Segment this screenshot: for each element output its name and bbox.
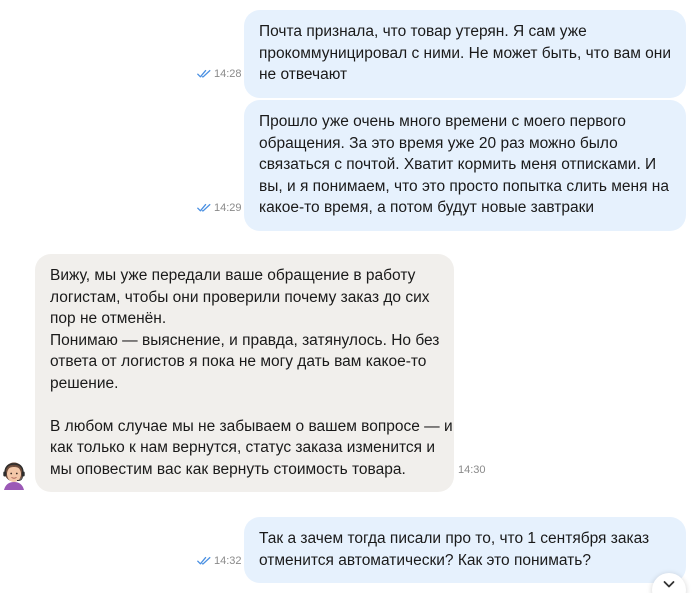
message-text-line: отменится автоматически? Как это понимат…	[259, 551, 591, 569]
double-check-icon	[197, 556, 211, 565]
message-text-line: пор не отменён.	[50, 310, 167, 327]
chat-thread: Почта признала, что товар утерян. Я сам …	[0, 0, 700, 593]
message-time: 14:28	[214, 68, 242, 80]
message-time: 14:29	[214, 202, 242, 214]
message-text-line: какое-то время, а потом будут новые завт…	[259, 199, 595, 216]
message-text-line: мы оповестим вас как вернуть стоимость т…	[50, 460, 406, 478]
message-text-line: не отвечают	[259, 66, 348, 83]
message-text-line: Понимаю — выяснение, и правда, затянулос…	[50, 331, 440, 349]
outgoing-message[interactable]: Так а зачем тогда писали про то, что 1 с…	[244, 517, 686, 583]
message-text-line: ответа от логистов я пока не могу дать в…	[50, 353, 427, 370]
message-time: 14:30	[458, 464, 486, 476]
message-text-line: логистам, чтобы они проверили почему зак…	[50, 288, 430, 306]
message-text-line: как только к нам вернутся, статус заказа…	[50, 439, 436, 456]
message-text-line: обращения. За это время уже 20 раз можно…	[259, 134, 618, 152]
message-text-line: Вижу, мы уже передали ваше обращение в р…	[50, 267, 416, 284]
message-text-line: решение.	[50, 374, 119, 392]
outgoing-message[interactable]: Почта признала, что товар утерян. Я сам …	[244, 10, 686, 98]
message-text-line: вы, и я понимаем, что это просто попытка…	[259, 177, 669, 195]
message-meta: 14:30	[458, 464, 486, 476]
message-text-line: прокоммуницировал с ними. Не может быть,…	[259, 44, 671, 62]
message-meta: 14:29	[197, 202, 242, 214]
message-text-line: В любом случае мы не забываем о вашем во…	[50, 417, 453, 435]
message-meta: 14:28	[197, 68, 242, 80]
message-text-line: Прошло уже очень много времени с моего п…	[259, 113, 626, 130]
outgoing-message[interactable]: Прошло уже очень много времени с моего п…	[244, 100, 686, 231]
message-text-line: Так а зачем тогда писали про то, что 1 с…	[259, 530, 650, 547]
message-time: 14:32	[214, 555, 242, 567]
message-text-line: связаться с почтой. Хватит кормить меня …	[259, 156, 657, 173]
support-agent-avatar	[3, 462, 25, 490]
double-check-icon	[197, 69, 211, 78]
incoming-message[interactable]: Вижу, мы уже передали ваше обращение в р…	[35, 254, 454, 492]
double-check-icon	[197, 203, 211, 212]
chevron-down-icon	[663, 581, 675, 588]
message-text-line: Почта признала, что товар утерян. Я сам …	[259, 23, 587, 40]
message-meta: 14:32	[197, 555, 242, 567]
